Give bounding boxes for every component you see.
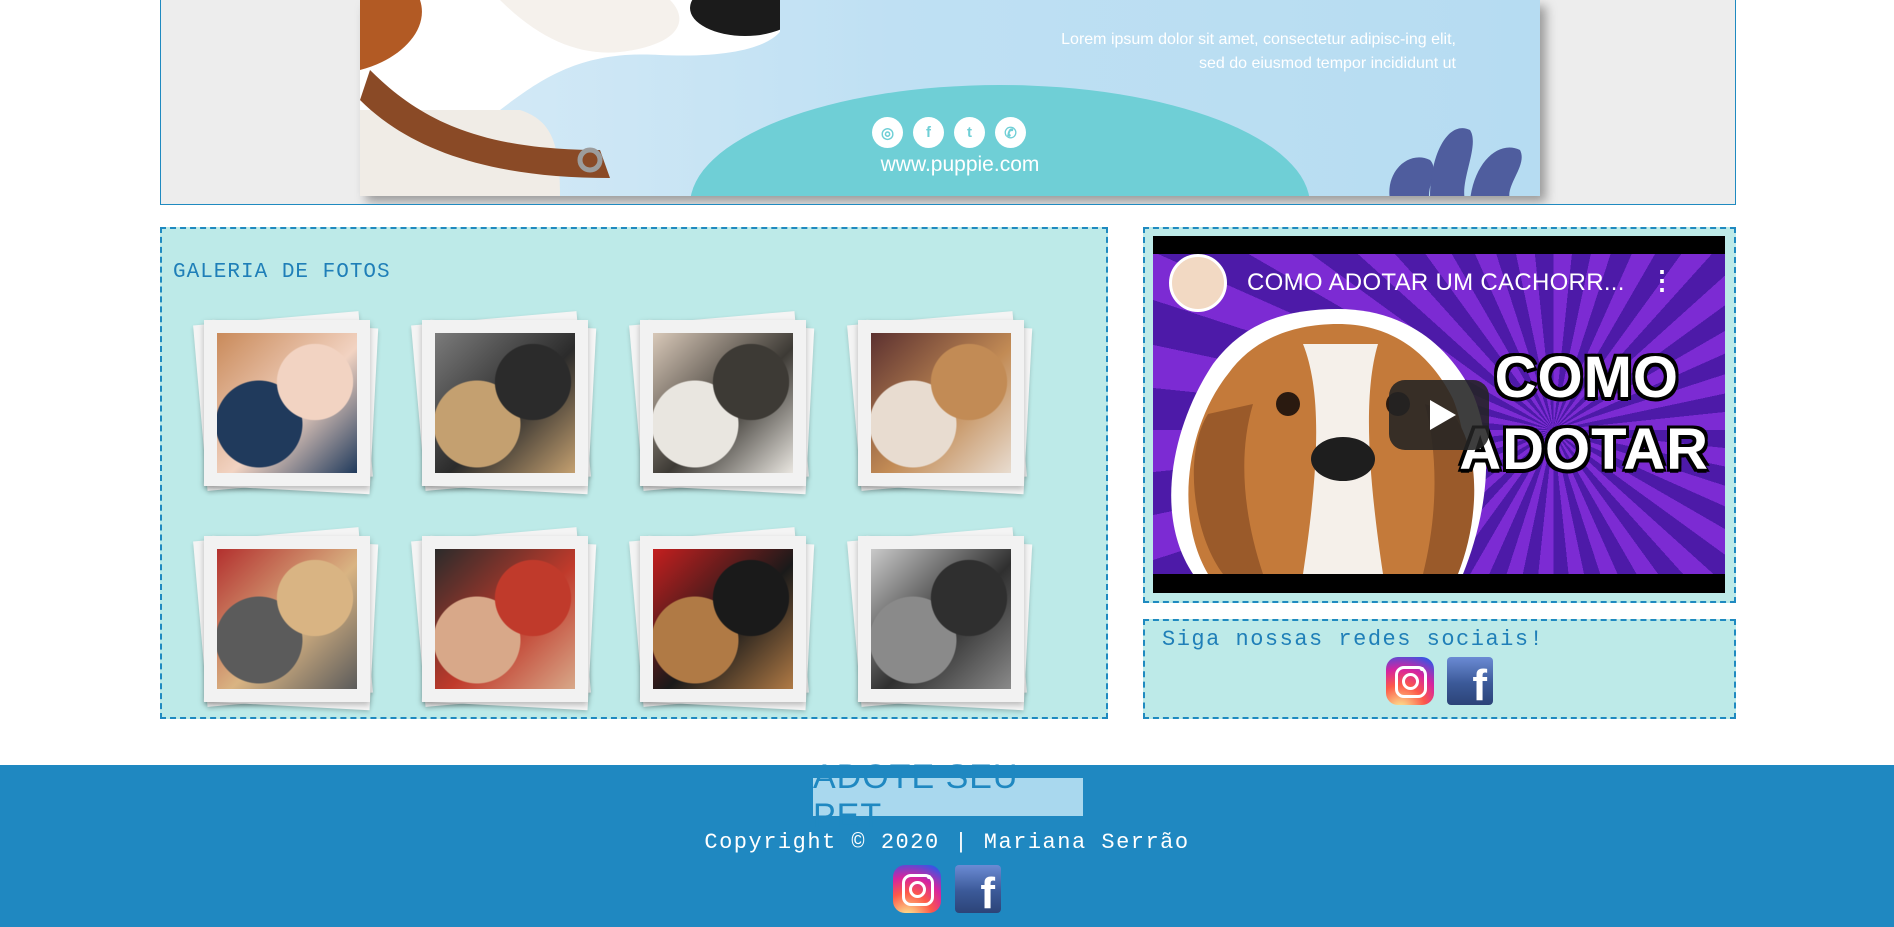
copyright-text: Copyright © 2020 | Mariana Serrão [704,830,1190,855]
video-caption-line1: COMO [1494,345,1679,410]
paw-decoration [1389,128,1522,196]
photo-frame [422,536,588,702]
photo-image [435,333,575,473]
video-player[interactable]: COMO ADOTAR UM CACHORR... ⋮ COMO ADOTAR [1153,236,1725,593]
footer: ADOTE SEU PET Copyright © 2020 | Mariana… [0,758,1894,927]
photo-image [217,333,357,473]
photo-image [871,333,1011,473]
photo-frame [858,536,1024,702]
whatsapp-icon: ✆ [995,117,1026,148]
photo-image [435,549,575,689]
banner-url: www.puppie.com [880,153,1040,176]
photo-woman-beagle[interactable] [193,527,379,711]
instagram-icon: ◎ [872,117,903,148]
facebook-icon[interactable]: f [955,865,1001,913]
video-panel: COMO ADOTAR UM CACHORR... ⋮ COMO ADOTAR [1143,227,1736,603]
social-title: Siga nossas redes sociais! [1162,627,1545,652]
more-options-icon[interactable]: ⋮ [1649,266,1675,294]
footer-social-icons: f [893,865,1001,913]
photo-child-dog[interactable] [193,311,379,495]
twitter-icon: t [954,117,985,148]
photo-image [653,549,793,689]
photo-image [871,549,1011,689]
photo-woman-dog[interactable] [411,311,597,495]
photo-frame [858,320,1024,486]
video-caption-line2: ADOTAR [1459,417,1709,482]
photo-image [217,549,357,689]
photo-image [653,333,793,473]
play-button[interactable] [1389,380,1489,450]
photo-gallery: GALERIA DE FOTOS [160,227,1108,719]
social-icons: f [1386,657,1493,705]
photo-frame [640,320,806,486]
photo-frame [204,320,370,486]
banner-social-icons: ◎ f t ✆ [872,117,1026,148]
photo-woman-dog-lying[interactable] [847,311,1033,495]
play-icon [1430,400,1456,430]
instagram-icon[interactable] [893,865,941,913]
photo-couple-kittens[interactable] [847,527,1033,711]
gallery-title: GALERIA DE FOTOS [173,261,391,284]
instagram-icon[interactable] [1386,657,1434,705]
social-panel: Siga nossas redes sociais! f [1143,619,1736,719]
photo-woman-two-dogs[interactable] [629,527,815,711]
facebook-icon[interactable]: f [1447,657,1493,705]
banner-lorem-text: Lorem ipsum dolor sit amet, consectetur … [1061,31,1456,72]
photo-couple-dogs[interactable] [411,527,597,711]
photo-woman-cat[interactable] [629,311,815,495]
channel-avatar[interactable] [1169,254,1227,312]
banner-image: Lorem ipsum dolor sit amet, consectetur … [360,0,1540,196]
photo-frame [422,320,588,486]
banner-frame: Lorem ipsum dolor sit amet, consectetur … [160,0,1736,205]
photo-frame [640,536,806,702]
video-title[interactable]: COMO ADOTAR UM CACHORR... [1247,269,1625,297]
photo-frame [204,536,370,702]
site-logo[interactable]: ADOTE SEU PET [813,758,1083,835]
facebook-icon: f [913,117,944,148]
